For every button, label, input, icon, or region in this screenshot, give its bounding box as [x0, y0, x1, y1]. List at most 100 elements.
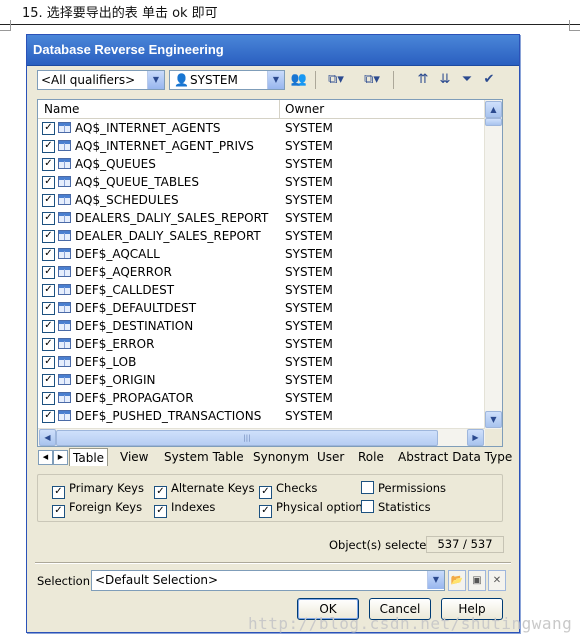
sort-asc-icon[interactable]: ⇈: [413, 70, 433, 90]
chevron-down-icon[interactable]: ▼: [147, 71, 164, 89]
scroll-right-icon[interactable]: ▶: [467, 429, 484, 446]
horizontal-scrollbar[interactable]: ◀ ||| ▶: [38, 428, 485, 446]
tab-system-table[interactable]: System Table: [161, 448, 247, 466]
table-row[interactable]: ✓ DEALERS_DALIY_SALES_REPORT SYSTEM: [38, 209, 485, 227]
row-checkbox[interactable]: ✓: [42, 374, 55, 387]
scroll-up-icon[interactable]: ▲: [485, 101, 502, 118]
table-owner: SYSTEM: [285, 319, 333, 333]
save-icon[interactable]: ▣: [468, 570, 486, 591]
tab-next-icon[interactable]: ▶: [53, 450, 68, 465]
checkbox[interactable]: ✓: [154, 505, 167, 518]
scroll-down-icon[interactable]: ▼: [485, 411, 502, 428]
tab-abstract-data-type[interactable]: Abstract Data Type: [395, 448, 515, 466]
deselect-all-icon[interactable]: ⧉▾: [357, 70, 387, 90]
table-name: DEF$_ORIGIN: [75, 373, 156, 387]
checkbox[interactable]: ✓: [259, 486, 272, 499]
row-checkbox[interactable]: ✓: [42, 266, 55, 279]
table-name: DEF$_DESTINATION: [75, 319, 194, 333]
table-list[interactable]: Name Owner ✓ AQ$_INTERNET_AGENTS SYSTEM ✓ AQ…: [37, 99, 503, 447]
row-checkbox[interactable]: ✓: [42, 392, 55, 405]
row-checkbox[interactable]: ✓: [42, 320, 55, 333]
table-row[interactable]: ✓ DEF$_CALLDEST SYSTEM: [38, 281, 485, 299]
table-owner: SYSTEM: [285, 355, 333, 369]
option-physical-options[interactable]: ✓ Physical options: [259, 500, 369, 518]
row-checkbox[interactable]: ✓: [42, 140, 55, 153]
filter-icon[interactable]: ⏷: [457, 70, 477, 90]
checkbox[interactable]: ✓: [52, 486, 65, 499]
scroll-thumb[interactable]: [485, 118, 502, 126]
chevron-down-icon[interactable]: ▼: [267, 71, 284, 89]
open-folder-icon[interactable]: 📂: [448, 570, 466, 591]
column-header-name[interactable]: Name: [44, 102, 79, 116]
option-alternate-keys[interactable]: ✓ Alternate Keys: [154, 481, 255, 499]
table-icon: [58, 176, 71, 187]
tab-user[interactable]: User: [314, 448, 347, 466]
column-divider[interactable]: [279, 100, 280, 118]
scroll-left-icon[interactable]: ◀: [39, 429, 56, 446]
table-row[interactable]: ✓ AQ$_INTERNET_AGENT_PRIVS SYSTEM: [38, 137, 485, 155]
option-checks[interactable]: ✓ Checks: [259, 481, 317, 499]
table-row[interactable]: ✓ DEF$_AQCALL SYSTEM: [38, 245, 485, 263]
row-checkbox[interactable]: ✓: [42, 284, 55, 297]
list-header: Name Owner: [38, 100, 502, 119]
tab-prev-icon[interactable]: ◀: [38, 450, 53, 465]
table-row[interactable]: ✓ DEALER_DALIY_SALES_REPORT SYSTEM: [38, 227, 485, 245]
row-checkbox[interactable]: ✓: [42, 338, 55, 351]
table-row[interactable]: ✓ AQ$_INTERNET_AGENTS SYSTEM: [38, 119, 485, 137]
qualifier-combo[interactable]: <All qualifiers> ▼: [37, 70, 165, 90]
option-foreign-keys[interactable]: ✓ Foreign Keys: [52, 500, 142, 518]
sort-desc-icon[interactable]: ⇊: [435, 70, 455, 90]
option-label: Statistics: [378, 500, 431, 514]
checkbox[interactable]: ✓: [259, 505, 272, 518]
objects-selected-count: 537 / 537: [426, 536, 504, 553]
checkbox[interactable]: ✓: [52, 505, 65, 518]
option-primary-keys[interactable]: ✓ Primary Keys: [52, 481, 144, 499]
table-row[interactable]: ✓ DEF$_DEFAULTDEST SYSTEM: [38, 299, 485, 317]
row-checkbox[interactable]: ✓: [42, 410, 55, 423]
tab-view[interactable]: View: [117, 448, 151, 466]
tab-table[interactable]: Table: [69, 448, 109, 466]
table-row[interactable]: ✓ DEF$_AQERROR SYSTEM: [38, 263, 485, 281]
table-name: DEF$_PUSHED_TRANSACTIONS: [75, 409, 262, 423]
checkbox[interactable]: [361, 500, 374, 513]
option-statistics[interactable]: Statistics: [361, 500, 431, 514]
table-row[interactable]: ✓ AQ$_QUEUES SYSTEM: [38, 155, 485, 173]
table-row[interactable]: ✓ DEF$_ORIGIN SYSTEM: [38, 371, 485, 389]
delete-icon[interactable]: ✕: [488, 570, 506, 591]
row-checkbox[interactable]: ✓: [42, 176, 55, 189]
row-checkbox[interactable]: ✓: [42, 122, 55, 135]
option-indexes[interactable]: ✓ Indexes: [154, 500, 215, 518]
row-checkbox[interactable]: ✓: [42, 230, 55, 243]
selection-combo[interactable]: <Default Selection> ▼: [91, 570, 445, 591]
tab-synonym[interactable]: Synonym: [250, 448, 312, 466]
table-row[interactable]: ✓ DEF$_DESTINATION SYSTEM: [38, 317, 485, 335]
dialog-toolbar: <All qualifiers> ▼ 👤 SYSTEM ▼ 👥 ⧉▾ ⧉▾ ⇈ …: [35, 69, 511, 93]
select-all-icon[interactable]: ⧉▾: [321, 70, 351, 90]
row-checkbox[interactable]: ✓: [42, 356, 55, 369]
table-row[interactable]: ✓ AQ$_QUEUE_TABLES SYSTEM: [38, 173, 485, 191]
row-checkbox[interactable]: ✓: [42, 248, 55, 261]
row-checkbox[interactable]: ✓: [42, 302, 55, 315]
row-checkbox[interactable]: ✓: [42, 194, 55, 207]
filter-checked-icon[interactable]: ✔: [479, 70, 499, 90]
table-row[interactable]: ✓ DEF$_LOB SYSTEM: [38, 353, 485, 371]
checkbox[interactable]: ✓: [154, 486, 167, 499]
vertical-scrollbar[interactable]: ▲ ▼: [484, 100, 502, 429]
divider: [35, 562, 511, 564]
table-row[interactable]: ✓ DEF$_ERROR SYSTEM: [38, 335, 485, 353]
row-checkbox[interactable]: ✓: [42, 158, 55, 171]
tab-role[interactable]: Role: [355, 448, 387, 466]
chevron-down-icon[interactable]: ▼: [427, 571, 444, 589]
table-row[interactable]: ✓ AQ$_SCHEDULES SYSTEM: [38, 191, 485, 209]
checkbox[interactable]: [361, 481, 374, 494]
row-checkbox[interactable]: ✓: [42, 212, 55, 225]
option-permissions[interactable]: Permissions: [361, 481, 446, 495]
table-row[interactable]: ✓ DEF$_PUSHED_TRANSACTIONS SYSTEM: [38, 407, 485, 425]
table-row[interactable]: ✓ DEF$_PROPAGATOR SYSTEM: [38, 389, 485, 407]
column-header-owner[interactable]: Owner: [285, 102, 324, 116]
owner-select-icon[interactable]: 👥: [289, 70, 309, 90]
horizontal-scroll-thumb[interactable]: |||: [56, 430, 438, 446]
option-label: Physical options: [276, 500, 369, 514]
owner-combo[interactable]: 👤 SYSTEM ▼: [169, 70, 285, 90]
table-owner: SYSTEM: [285, 193, 333, 207]
